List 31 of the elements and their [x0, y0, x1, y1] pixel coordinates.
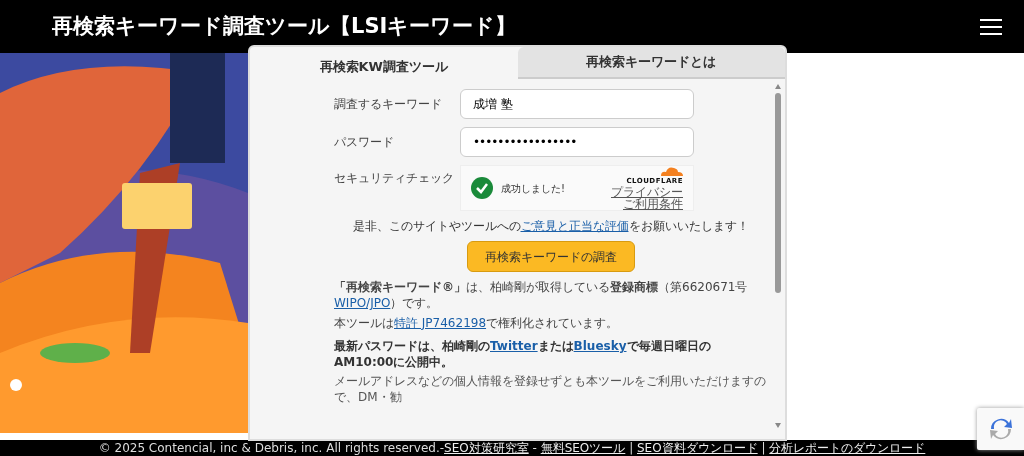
- footer-text: |: [628, 442, 635, 454]
- link[interactable]: WIPO/JPO: [334, 296, 391, 310]
- footer-link[interactable]: 無料SEOツール: [540, 442, 626, 454]
- info-text: メールアドレスなどの個人情報を登録せずとも本ツールをご利用いただけますので、DM・勧: [334, 374, 767, 406]
- link[interactable]: Bluesky: [573, 339, 627, 354]
- tab[interactable]: 再検索キーワードとは: [517, 47, 785, 79]
- site-title: 再検索キーワード調査ツール【LSIキーワード】: [52, 12, 517, 40]
- footer-text: -: [531, 442, 538, 454]
- request-text: 是非、このサイトやツールへのご意見と正当な評価をお願いいたします！: [351, 219, 750, 234]
- footer-link[interactable]: 分析レポートのダウンロード: [769, 442, 926, 454]
- note-text: 本ツールは特許 JP7462198で権利化されています。: [334, 315, 620, 332]
- announcement-text: 最新パスワードは、柏崎剛のTwitterまたはBlueskyで毎週日曜日のAM10:00に公開中。: [334, 339, 712, 371]
- link[interactable]: Twitter: [490, 339, 538, 354]
- field-label: セキュリティチェック: [334, 170, 455, 187]
- cloud-icon: [659, 165, 683, 176]
- link[interactable]: ご意見と正当な評価: [520, 219, 629, 233]
- link[interactable]: ご利用条件: [623, 198, 683, 211]
- status-text: 成功しました!: [501, 181, 565, 196]
- field-label: 調査するキーワード: [334, 96, 443, 113]
- password-field[interactable]: •••••••••••••••••: [460, 127, 694, 157]
- search-button[interactable]: 再検索キーワードの調査: [466, 241, 635, 273]
- keyword-field[interactable]: 成増 塾: [460, 89, 694, 119]
- note-text: 「再検索キーワード®」は、柏崎剛が取得している登録商標（第6620671号 WIPO/JPO）です。: [334, 280, 749, 312]
- footer-link[interactable]: SEO対策研究室: [444, 442, 529, 454]
- footer-text: |: [760, 442, 767, 454]
- menu-icon[interactable]: [980, 18, 1002, 35]
- link[interactable]: プライバシー: [611, 186, 683, 199]
- field-label: パスワード: [334, 134, 395, 151]
- footer-text: © 2025 Contencial, inc & Debris, inc. All rights reserved.-: [98, 442, 445, 454]
- link[interactable]: 特許 JP7462198: [394, 315, 487, 330]
- footer-link[interactable]: SEO資料ダウンロード: [637, 442, 758, 454]
